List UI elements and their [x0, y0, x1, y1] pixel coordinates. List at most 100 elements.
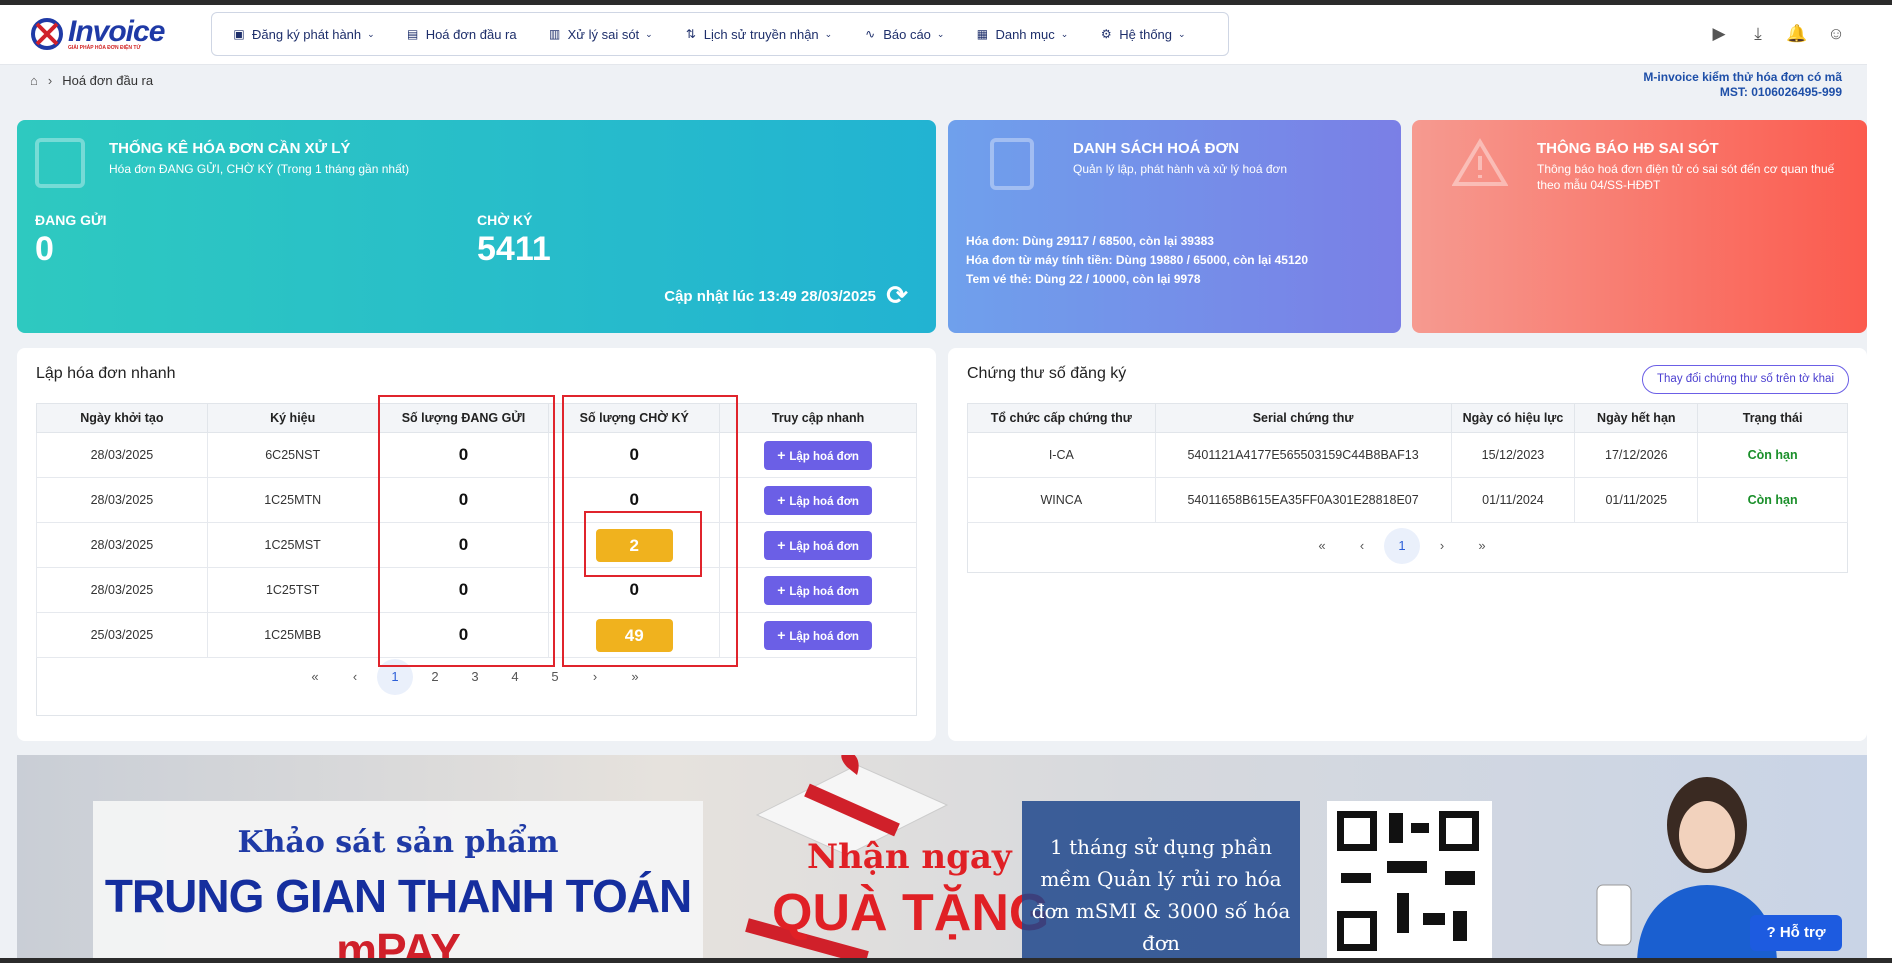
nav-item-6[interactable]: ⚙ Hệ thống ⌄ [1099, 27, 1186, 42]
banner-offer-text: 1 tháng sử dụng phần mềm Quản lý rủi ro … [1031, 835, 1291, 955]
nav-item-3[interactable]: ⇅ Lịch sử truyền nhận ⌄ [684, 26, 833, 42]
create-invoice-button[interactable]: + Lập hoá đơn [764, 620, 873, 650]
gear-icon: ⚙ [1100, 27, 1112, 41]
checkbox-icon [35, 138, 85, 188]
home-icon[interactable]: ⌂ [30, 73, 38, 88]
plus-icon: + [777, 491, 786, 508]
nav-item-label: Lịch sử truyền nhận [703, 26, 819, 42]
chevron-down-icon: ⌄ [1060, 28, 1069, 39]
page-item[interactable]: » [1464, 528, 1500, 564]
main-nav: ▣ Đăng ký phát hành ⌄ ▤ Hoá đơn đầu ra ▥ Xử lý… [211, 12, 1229, 56]
cert-pagination: «‹ 1 ›» [1304, 528, 1504, 564]
page-item[interactable]: ‹ [337, 659, 373, 695]
plus-icon: + [777, 581, 786, 598]
company-name: M-invoice kiểm thử hóa đơn có mã [1643, 70, 1842, 84]
quick-invoice-title: Lập hóa đơn nhanh [36, 365, 176, 382]
nav-item-2[interactable]: ▥ Xử lý sai sót ⌄ [548, 27, 653, 42]
invoice-list-subtitle: Quản lý lập, phát hành và xử lý hoá đơn [1073, 162, 1288, 176]
table-row: WINCA 54011658B615EA35FF0A301E28818E07 01/… [967, 477, 1848, 523]
stats-card[interactable]: THỐNG KÊ HÓA ĐƠN CẦN XỬ LÝ Hóa đơn ĐANG … [17, 120, 936, 333]
page-item[interactable]: « [297, 659, 333, 695]
cert-org: I-CA [967, 432, 1156, 478]
promo-banner[interactable]: Khảo sát sản phẩm TRUNG GIAN THANH TOÁN … [17, 755, 1867, 958]
page-item[interactable]: ‹ [1344, 528, 1380, 564]
logo-tagline: GIẢI PHÁP HÓA ĐƠN ĐIỆN TỬ [68, 45, 141, 51]
nav-item-label: Danh mục [995, 26, 1055, 42]
certificate-panel: Chứng thư số đăng ký Thay đổi chứng thư … [948, 348, 1867, 741]
row-action: + Lập hoá đơn [719, 567, 917, 613]
banner-survey-box: Khảo sát sản phẩm TRUNG GIAN THANH TOÁN … [93, 801, 703, 958]
invoice-list-card[interactable]: DANH SÁCH HOÁ ĐƠN Quản lý lập, phát hành… [948, 120, 1401, 333]
updated-time: Cập nhật lúc 13:49 28/03/2025 [664, 288, 876, 305]
page-item[interactable]: « [1304, 528, 1340, 564]
chevron-right-icon: › [47, 73, 53, 88]
row-date: 28/03/2025 [36, 432, 208, 478]
nav-item-4[interactable]: ∿ Báo cáo ⌄ [863, 27, 944, 42]
logo-text: Invoice [68, 15, 165, 48]
usage-tickets: Tem vé thẻ: Dùng 22 / 10000, còn lại 997… [966, 272, 1201, 286]
pending-value: 5411 [477, 230, 551, 268]
row-date: 28/03/2025 [36, 522, 208, 568]
breadcrumb: ⌂ › Hoá đơn đầu ra [30, 73, 153, 88]
chart-line-icon: ∿ [865, 27, 876, 41]
col-symbol: Ký hiệu [206, 403, 379, 433]
create-invoice-button[interactable]: + Lập hoá đơn [764, 440, 873, 470]
banner-gift-line1: Nhận ngay [807, 837, 1012, 877]
cert-org: WINCA [967, 477, 1156, 523]
create-invoice-button[interactable]: + Lập hoá đơn [764, 530, 873, 560]
error-notice-card[interactable]: THÔNG BÁO HĐ SAI SÓT Thông báo hoá đơn đ… [1412, 120, 1867, 333]
highlight-pending-badge [584, 511, 702, 577]
pending-label: CHỜ KÝ [477, 212, 533, 228]
breadcrumb-current[interactable]: Hoá đơn đầu ra [62, 73, 153, 88]
document-icon [990, 138, 1034, 190]
stats-subtitle: Hóa đơn ĐANG GỬI, CHỜ KÝ (Trong 1 tháng … [109, 162, 410, 176]
chevron-down-icon: ⌄ [1178, 28, 1186, 39]
bell-icon[interactable]: 🔔 [1786, 23, 1808, 45]
fix-error-icon: ▥ [548, 27, 561, 41]
help-label: Hỗ trợ [1779, 924, 1826, 941]
help-button[interactable]: ? Hỗ trợ [1750, 915, 1842, 951]
nav-item-1[interactable]: ▤ Hoá đơn đầu ra [406, 27, 517, 42]
certificate-title: Chứng thư số đăng ký [967, 365, 1127, 382]
banner-survey-title: Khảo sát sản phẩm [237, 825, 559, 860]
create-invoice-label: Lập hoá đơn [789, 450, 859, 463]
nav-item-label: Đăng ký phát hành [252, 26, 362, 42]
nav-item-0[interactable]: ▣ Đăng ký phát hành ⌄ [232, 26, 374, 42]
col-cert-status: Trạng thái [1697, 403, 1848, 433]
page-right-gutter [1867, 5, 1892, 958]
youtube-icon[interactable]: ▶ [1708, 23, 1730, 45]
nav-item-label: Xử lý sai sót [567, 26, 640, 42]
warning-icon [1452, 138, 1508, 186]
window-bottom-strip [0, 958, 1892, 963]
refresh-icon[interactable]: ⟳ [886, 280, 908, 311]
col-date: Ngày khởi tạo [36, 403, 208, 433]
banner-mpay-title: TRUNG GIAN THANH TOÁN mPAY [93, 869, 703, 958]
cert-serial: 54011658B615EA35FF0A301E28818E07 [1154, 477, 1452, 523]
row-date: 28/03/2025 [36, 477, 208, 523]
row-date: 25/03/2025 [36, 612, 208, 658]
user-icon[interactable]: ☺ [1825, 23, 1847, 45]
plus-icon: + [777, 446, 786, 463]
cert-status: Còn hạn [1697, 477, 1848, 523]
row-symbol: 1C25MBB [206, 612, 379, 658]
create-invoice-button[interactable]: + Lập hoá đơn [764, 485, 873, 515]
change-certificate-button[interactable]: Thay đổi chứng thư số trên tờ khai [1642, 365, 1849, 394]
create-invoice-label: Lập hoá đơn [789, 495, 859, 508]
grid-icon: ▦ [976, 27, 989, 41]
table-row: I-CA 5401121A4177E565503159C44B8BAF13 15/1… [967, 432, 1848, 478]
invoice-usage: Hóa đơn: Dùng 29117 / 68500, còn lại 393… [966, 232, 1308, 289]
col-cert-org: Tổ chức cấp chứng thư [967, 403, 1156, 433]
banner-mpay-prefix: TRUNG GIAN THANH TOÁN [104, 870, 692, 922]
page-item[interactable]: 1 [1384, 528, 1420, 564]
nav-item-5[interactable]: ▦ Danh mục ⌄ [975, 27, 1068, 42]
page-item[interactable]: › [1424, 528, 1460, 564]
minvoice-logo[interactable]: Invoice GIẢI PHÁP HÓA ĐƠN ĐIỆN TỬ [30, 15, 170, 55]
banner-gift-line2: QUÀ TẶNG [772, 884, 1050, 942]
error-notice-subtitle: Thông báo hoá đơn điện tử có sai sót đến… [1537, 162, 1835, 192]
qr-code-image [1327, 801, 1492, 958]
row-symbol: 6C25NST [206, 432, 379, 478]
download-icon[interactable]: ⤓ [1747, 23, 1769, 45]
cert-to: 17/12/2026 [1574, 432, 1699, 478]
create-invoice-button[interactable]: + Lập hoá đơn [764, 575, 873, 605]
usage-invoice: Hóa đơn: Dùng 29117 / 68500, còn lại 393… [966, 234, 1214, 248]
